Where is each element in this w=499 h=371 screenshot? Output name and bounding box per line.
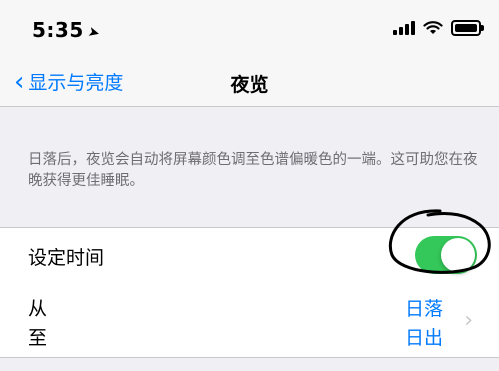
toggle-knob	[441, 238, 475, 272]
page-title: 夜览	[230, 74, 269, 96]
chevron-right-icon: ›	[464, 308, 473, 333]
signal-icon	[393, 21, 415, 35]
night-shift-description: 日落后，夜览会自动将屏幕颜色调至色谱偏暖色的一端。这可助您在夜晚获得更佳睡眠。	[28, 152, 478, 189]
scheduled-toggle[interactable]	[415, 236, 477, 274]
scheduled-row: 设定时间	[0, 227, 499, 284]
navigation-bar: ‹ 显示与亮度 夜览	[0, 58, 499, 107]
status-time-text: 5:35	[32, 18, 84, 42]
scheduled-label: 设定时间	[28, 247, 105, 269]
schedule-from-to-row[interactable]: 从 至 日落 日出 ›	[0, 282, 499, 358]
from-label: 从	[28, 298, 48, 320]
to-value: 日出	[404, 327, 443, 349]
location-arrow-icon: ➤	[85, 23, 102, 43]
to-label: 至	[28, 327, 48, 349]
status-icons	[393, 20, 484, 36]
status-time: 5:35 ➤	[32, 18, 102, 43]
battery-icon	[451, 20, 484, 36]
from-value: 日落	[404, 298, 443, 320]
status-bar: 5:35 ➤	[0, 0, 499, 58]
wifi-icon	[423, 21, 443, 34]
